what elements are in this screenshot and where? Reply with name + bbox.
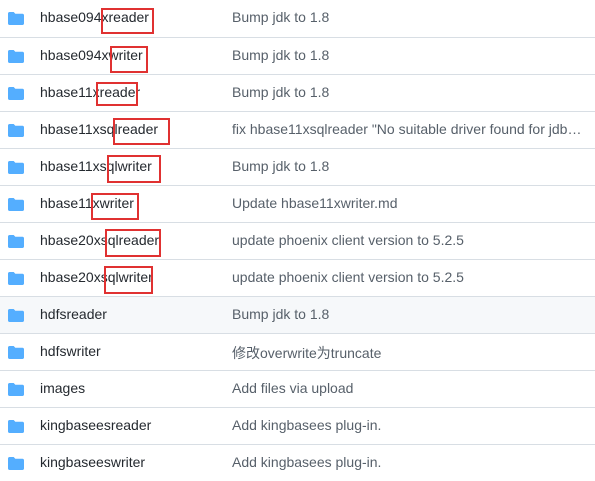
highlight-box xyxy=(113,118,170,145)
file-row-hbase11xsqlwriter[interactable]: hbase11xsqlwriter Bump jdk to 1.8 xyxy=(0,148,595,185)
highlight-box xyxy=(91,193,139,220)
folder-icon xyxy=(8,457,24,470)
file-row-hbase11xwriter[interactable]: hbase11xwriter Update hbase11xwriter.md xyxy=(0,185,595,222)
file-name-link[interactable]: kingbaseeswriter xyxy=(40,454,145,470)
folder-icon xyxy=(8,346,24,359)
commit-message-link[interactable]: Bump jdk to 1.8 xyxy=(232,84,582,100)
folder-icon xyxy=(8,235,24,248)
commit-message-link[interactable]: Add kingbasees plug-in. xyxy=(232,417,582,433)
folder-icon xyxy=(8,309,24,322)
file-name-link[interactable]: images xyxy=(40,380,85,396)
file-row-kingbaseeswriter[interactable]: kingbaseeswriter Add kingbasees plug-in. xyxy=(0,444,595,481)
commit-message-link[interactable]: fix hbase11xsqlreader "No suitable drive… xyxy=(232,121,582,137)
folder-icon xyxy=(8,272,24,285)
highlight-box xyxy=(96,82,138,106)
folder-icon xyxy=(8,383,24,396)
commit-message-link[interactable]: Bump jdk to 1.8 xyxy=(232,47,582,63)
highlight-box xyxy=(104,266,153,294)
folder-icon xyxy=(8,87,24,100)
file-name-link[interactable]: hdfsreader xyxy=(40,306,107,322)
folder-icon xyxy=(8,124,24,137)
file-row-kingbaseesreader[interactable]: kingbaseesreader Add kingbasees plug-in. xyxy=(0,407,595,444)
folder-icon xyxy=(8,12,24,25)
folder-icon xyxy=(8,198,24,211)
highlight-box xyxy=(105,229,161,257)
commit-message-link[interactable]: update phoenix client version to 5.2.5 xyxy=(232,269,582,285)
highlight-box xyxy=(101,8,154,34)
file-row-hbase094xwriter[interactable]: hbase094xwriter Bump jdk to 1.8 xyxy=(0,37,595,74)
file-row-hbase094xreader[interactable]: hbase094xreader Bump jdk to 1.8 xyxy=(0,0,595,37)
file-list: hbase094xreader Bump jdk to 1.8 hbase094xw… xyxy=(0,0,595,481)
file-row-hbase20xsqlwriter[interactable]: hbase20xsqlwriter update phoenix client v… xyxy=(0,259,595,296)
commit-message-link[interactable]: 修改overwrite为truncate xyxy=(232,343,582,363)
file-name-link[interactable]: hdfswriter xyxy=(40,343,101,359)
commit-message-link[interactable]: Bump jdk to 1.8 xyxy=(232,158,582,174)
commit-message-link[interactable]: Add kingbasees plug-in. xyxy=(232,454,582,470)
highlight-box xyxy=(107,155,161,183)
file-row-hdfsreader[interactable]: hdfsreader Bump jdk to 1.8 xyxy=(0,296,595,333)
file-row-hbase11xsqlreader[interactable]: hbase11xsqlreader fix hbase11xsqlreader "… xyxy=(0,111,595,148)
folder-icon xyxy=(8,161,24,174)
commit-message-link[interactable]: update phoenix client version to 5.2.5 xyxy=(232,232,582,248)
commit-message-link[interactable]: Add files via upload xyxy=(232,380,582,396)
commit-message-link[interactable]: Bump jdk to 1.8 xyxy=(232,9,582,25)
folder-icon xyxy=(8,420,24,433)
file-row-hdfswriter[interactable]: hdfswriter 修改overwrite为truncate xyxy=(0,333,595,370)
file-name-link[interactable]: kingbaseesreader xyxy=(40,417,151,433)
file-row-hbase11xreader[interactable]: hbase11xreader Bump jdk to 1.8 xyxy=(0,74,595,111)
folder-icon xyxy=(8,50,24,63)
commit-message-link[interactable]: Bump jdk to 1.8 xyxy=(232,306,582,322)
file-row-hbase20xsqlreader[interactable]: hbase20xsqlreader update phoenix client v… xyxy=(0,222,595,259)
commit-message-link[interactable]: Update hbase11xwriter.md xyxy=(232,195,582,211)
file-row-images[interactable]: images Add files via upload xyxy=(0,370,595,407)
highlight-box xyxy=(110,46,148,73)
